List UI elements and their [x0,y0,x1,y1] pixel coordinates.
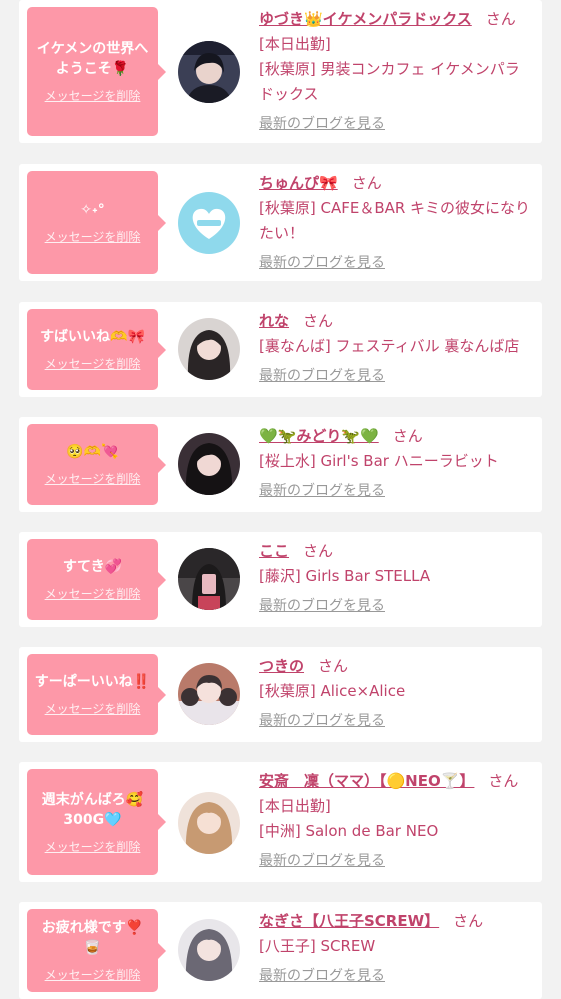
latest-blog-link[interactable]: 最新のブログを見る [259,849,385,874]
message-bubble: すてき💞 メッセージを削除 [27,539,166,620]
avatar-blonde-girl-icon [178,792,240,854]
message-bubble: すばいいね🫶🎀 メッセージを削除 [27,309,166,390]
avatar[interactable] [178,318,240,380]
user-name-link[interactable]: ちゅんぴ🎀 [259,174,338,192]
message-card: すてき💞 メッセージを削除 ここ さん [藤沢] Girls Bar STELLA… [19,532,542,627]
message-text: ✧˖° [80,202,105,218]
delete-message-link[interactable]: メッセージを削除 [45,700,141,717]
user-name-link[interactable]: ゆづき👑イケメンパラドックス [259,10,472,28]
shop-line: [八王子] SCREW [259,937,376,955]
latest-blog-link[interactable]: 最新のブログを見る [259,112,385,137]
user-info: ここ さん [藤沢] Girls Bar STELLA 最新のブログを見る [259,539,532,619]
honorific: さん [488,772,519,790]
shop-line: [桜上水] Girl's Bar ハニーラビット [259,452,499,470]
user-name-link[interactable]: ここ [259,542,289,560]
user-name-link[interactable]: 💚🦖みどり🦖💚 [259,427,379,445]
avatar[interactable] [178,663,240,725]
message-text: 🥺🫶💘 [66,444,119,460]
user-name-link[interactable]: 安斎 凜（ママ）【🟡NEO🍸】 [259,772,474,790]
latest-blog-link[interactable]: 最新のブログを見る [259,964,385,989]
shop-line: [本日出勤] [259,797,331,815]
message-card: すばいいね🫶🎀 メッセージを削除 れな さん [裏なんば] フェスティバル 裏なん… [19,302,542,397]
message-bubble: ✧˖° メッセージを削除 [27,171,166,274]
avatar[interactable] [178,792,240,854]
user-info: 💚🦖みどり🦖💚 さん [桜上水] Girl's Bar ハニーラビット 最新のブロ… [259,424,532,504]
user-info: なぎさ【八王子SCREW】 さん [八王子] SCREW 最新のブログを見る [259,909,532,989]
honorific: さん [351,174,382,192]
avatar-mirror-selfie-icon [178,548,240,610]
shop-line: [裏なんば] フェスティバル 裏なんば店 [259,337,520,355]
user-name-link[interactable]: なぎさ【八王子SCREW】 [259,912,439,930]
latest-blog-link[interactable]: 最新のブログを見る [259,709,385,734]
honorific: さん [303,312,334,330]
message-bubble: イケメンの世界へ ようこそ🌹 メッセージを削除 [27,7,166,136]
delete-message-link[interactable]: メッセージを削除 [45,87,141,104]
delete-message-link[interactable]: メッセージを削除 [45,470,141,487]
avatar[interactable] [178,192,240,254]
message-card: イケメンの世界へ ようこそ🌹 メッセージを削除 ゆづき👑イケメンパラドックス さん… [19,0,542,143]
avatar[interactable] [178,919,240,981]
shop-line: [本日出勤] [259,35,331,53]
avatar-dark-hair-man-icon [178,41,240,103]
avatar-heart-logo-icon [178,192,240,254]
avatar-dark-hair-girl-icon [178,433,240,495]
message-bubble: お疲れ様です❣️ 🥃 メッセージを削除 [27,909,166,992]
shop-line: [秋葉原] Alice×Alice [259,682,406,700]
message-card: 🥺🫶💘 メッセージを削除 💚🦖みどり🦖💚 さん [桜上水] Girl's Bar … [19,417,542,512]
latest-blog-link[interactable]: 最新のブログを見る [259,594,385,619]
latest-blog-link[interactable]: 最新のブログを見る [259,479,385,504]
delete-message-link[interactable]: メッセージを削除 [45,585,141,602]
avatar-long-hair-girl-icon [178,318,240,380]
honorific: さん [485,10,516,28]
user-info: ゆづき👑イケメンパラドックス さん [本日出勤] [秋葉原] 男装コンカフェ イケ… [259,7,532,137]
message-card: お疲れ様です❣️ 🥃 メッセージを削除 なぎさ【八王子SCREW】 さん [八王子… [19,902,542,999]
message-text: すーぱーいいね‼️ [34,674,151,690]
delete-message-link[interactable]: メッセージを削除 [45,228,141,245]
user-name-link[interactable]: れな [259,312,289,330]
avatar[interactable] [178,433,240,495]
honorific: さん [318,657,349,675]
message-bubble: 🥺🫶💘 メッセージを削除 [27,424,166,505]
user-name-link[interactable]: つきの [259,657,304,675]
shop-line: [藤沢] Girls Bar STELLA [259,567,431,585]
user-info: ちゅんぴ🎀 さん [秋葉原] CAFE＆BAR キミの彼女になりたい！ 最新のブロ… [259,171,532,276]
avatar-twin-tails-girl-icon [178,663,240,725]
user-info: つきの さん [秋葉原] Alice×Alice 最新のブログを見る [259,654,532,734]
honorific: さん [303,542,334,560]
avatar[interactable] [178,41,240,103]
honorific: さん [453,912,484,930]
message-card: すーぱーいいね‼️ メッセージを削除 つきの さん [秋葉原] Alice×Ali… [19,647,542,742]
message-text: お疲れ様です❣️ 🥃 [41,920,144,956]
delete-message-link[interactable]: メッセージを削除 [45,355,141,372]
message-bubble: すーぱーいいね‼️ メッセージを削除 [27,654,166,735]
message-text: 週末がんばろ🥰 300G🩵 [41,791,144,828]
message-bubble: 週末がんばろ🥰 300G🩵 メッセージを削除 [27,769,166,875]
message-text: すばいいね🫶🎀 [40,329,145,345]
shop-line: [中洲] Salon de Bar NEO [259,822,439,840]
shop-line: [秋葉原] 男装コンカフェ イケメンパラドックス [259,60,520,103]
message-text: すてき💞 [62,559,123,575]
latest-blog-link[interactable]: 最新のブログを見る [259,251,385,276]
shop-line: [秋葉原] CAFE＆BAR キミの彼女になりたい！ [259,199,531,242]
message-card: 週末がんばろ🥰 300G🩵 メッセージを削除 安斎 凜（ママ）【🟡NEO🍸】 さん… [19,762,542,882]
avatar-grey-hair-girl-icon [178,919,240,981]
delete-message-link[interactable]: メッセージを削除 [45,838,141,855]
avatar[interactable] [178,548,240,610]
delete-message-link[interactable]: メッセージを削除 [45,966,141,983]
message-card: ✧˖° メッセージを削除 ちゅんぴ🎀 さん [秋葉原] CAFE＆BAR キミの彼… [19,164,542,281]
message-text: イケメンの世界へ ようこそ🌹 [36,41,149,77]
user-info: れな さん [裏なんば] フェスティバル 裏なんば店 最新のブログを見る [259,309,532,389]
latest-blog-link[interactable]: 最新のブログを見る [259,364,385,389]
user-info: 安斎 凜（ママ）【🟡NEO🍸】 さん [本日出勤] [中洲] Salon de B… [259,769,532,874]
honorific: さん [392,427,423,445]
